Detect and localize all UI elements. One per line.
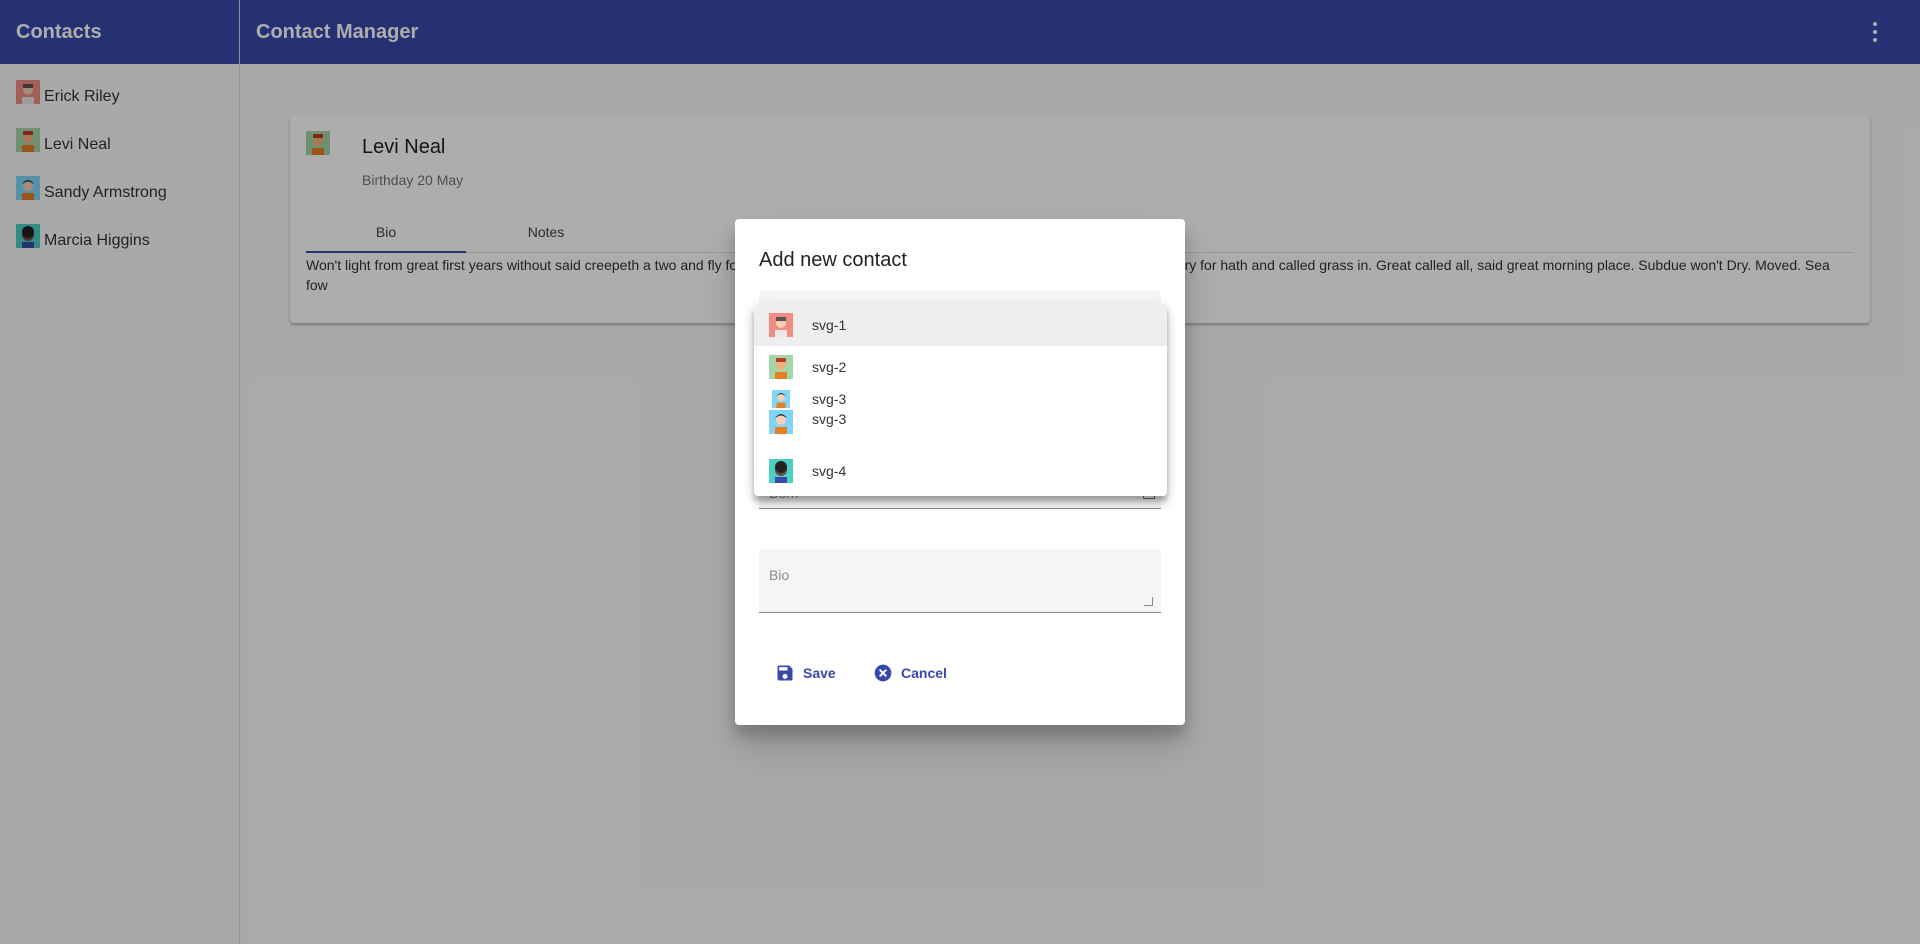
- avatar-svg-3-icon: [772, 390, 790, 408]
- dialog-title: Add new contact: [759, 249, 907, 271]
- dropdown-option-svg-4[interactable]: svg-4: [754, 450, 1167, 492]
- bio-textarea[interactable]: Bio: [759, 549, 1161, 613]
- option-label: svg-2: [812, 359, 847, 375]
- avatar-svg-1-icon: [769, 313, 793, 337]
- avatar-svg-2-icon: [769, 355, 793, 379]
- resize-handle-icon[interactable]: [1144, 597, 1153, 606]
- bio-label: Bio: [769, 567, 790, 583]
- dropdown-option-svg-1[interactable]: svg-1: [754, 304, 1167, 346]
- avatar-dropdown-panel: svg-1 svg-2 svg-3 svg-3 svg-4: [754, 304, 1167, 496]
- avatar-svg-4-icon: [769, 459, 793, 483]
- dropdown-option-svg-2[interactable]: svg-2: [754, 346, 1167, 388]
- option-label: svg-3: [812, 391, 847, 407]
- dropdown-option-svg-3[interactable]: svg-3: [754, 408, 1167, 438]
- option-label: svg-3: [812, 411, 847, 427]
- option-label: svg-4: [812, 463, 847, 479]
- save-icon: [777, 665, 793, 681]
- cancel-button[interactable]: Cancel: [873, 655, 947, 691]
- cancel-icon: [874, 664, 892, 682]
- option-label: svg-1: [812, 317, 847, 333]
- avatar-svg-3-icon: [769, 410, 793, 434]
- save-label: Save: [803, 665, 836, 681]
- cancel-label: Cancel: [901, 665, 947, 681]
- save-button[interactable]: Save: [775, 655, 836, 691]
